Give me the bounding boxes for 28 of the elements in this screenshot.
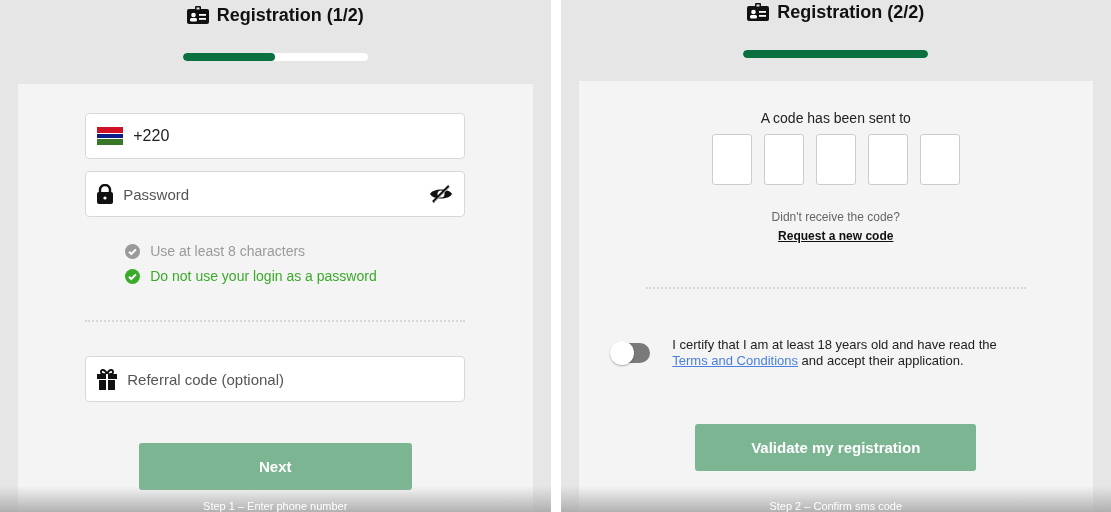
certify-text: I certify that I am at least 18 years old and have read the Terms and Conditions and accept their application.	[672, 337, 998, 369]
code-digit-field[interactable]	[919, 134, 960, 185]
phone-field[interactable]: +220	[85, 113, 466, 159]
lock-icon	[97, 184, 114, 204]
request-code-link[interactable]: Request a new code	[778, 229, 894, 243]
resend-hint: Didn't receive the code?	[771, 210, 900, 224]
password-rule: Use at least 8 characters	[150, 243, 306, 259]
registration-title: Registration (1/2)	[216, 4, 364, 26]
hidden-eye-icon[interactable]	[429, 185, 454, 203]
code-digit-field[interactable]	[763, 134, 804, 185]
certify-toggle[interactable]	[612, 343, 651, 363]
password-field[interactable]: Password	[85, 171, 466, 217]
code-digit-field[interactable]	[867, 134, 908, 185]
check-icon	[125, 268, 141, 284]
check-icon	[125, 243, 141, 259]
registration-title: Registration (2/2)	[777, 1, 925, 23]
referral-field[interactable]: Referral code (optional)	[85, 356, 466, 402]
step-caption: Step 2 – Confirm sms code	[769, 500, 903, 512]
code-digit-field[interactable]	[711, 134, 752, 185]
step-caption: Step 1 – Enter phone number	[203, 500, 348, 512]
flag-icon[interactable]	[97, 127, 124, 145]
terms-link[interactable]: Terms and Conditions	[672, 353, 798, 368]
id-badge-icon	[747, 3, 770, 21]
id-badge-icon	[186, 6, 209, 24]
code-prompt: A code has been sent to	[760, 110, 911, 126]
password-rule: Do not use your login as a password	[150, 268, 377, 284]
gift-icon	[97, 368, 118, 390]
code-digit-field[interactable]	[815, 134, 856, 185]
